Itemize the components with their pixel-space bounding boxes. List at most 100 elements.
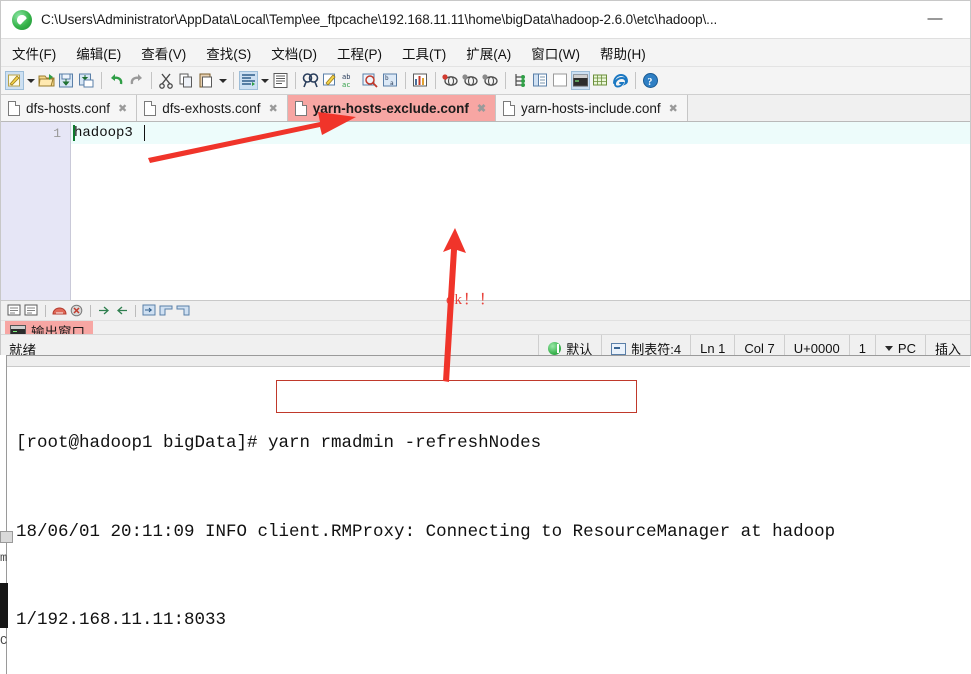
indent-icon[interactable] — [239, 71, 258, 90]
toolbar-separator — [101, 72, 102, 89]
run-icon[interactable] — [52, 304, 67, 318]
open-folder-icon[interactable] — [37, 71, 56, 90]
tab-label: dfs-exhosts.conf — [162, 100, 261, 116]
menu-item-project[interactable]: 工程(P) — [328, 40, 391, 66]
menu-item-extend[interactable]: 扩展(A) — [457, 40, 520, 66]
internet-explorer-icon[interactable] — [611, 71, 630, 90]
tab-dfs-exhosts-conf[interactable]: dfs-exhosts.conf ✖ — [137, 95, 288, 121]
panel-dock-left-icon[interactable] — [159, 304, 174, 318]
document-tab-bar: dfs-hosts.conf ✖ dfs-exhosts.conf ✖ yarn… — [1, 95, 970, 122]
toolbar-separator — [505, 72, 506, 89]
help-icon[interactable]: ? — [641, 71, 660, 90]
terminal-window[interactable]: m C [root@hadoop1 bigData]# yarn rmadmin… — [0, 355, 971, 674]
menu-bar: 文件(F) 编辑(E) 查看(V) 查找(S) 文档(D) 工程(P) 工具(T… — [1, 39, 970, 67]
undo-icon[interactable] — [107, 71, 126, 90]
menu-item-tools[interactable]: 工具(T) — [393, 40, 455, 66]
current-line-highlight — [71, 122, 970, 144]
ok-annotation-text: ok！！ — [446, 292, 496, 308]
tab-label: yarn-hosts-include.conf — [521, 100, 661, 116]
copy-icon[interactable] — [177, 71, 196, 90]
toolbar-separator — [151, 72, 152, 89]
save-as-icon[interactable] — [77, 71, 96, 90]
screenshot-root: C:\Users\Administrator\AppData\Local\Tem… — [0, 0, 971, 674]
menu-item-edit[interactable]: 编辑(E) — [67, 40, 130, 66]
caret-down-icon — [884, 346, 893, 351]
menu-item-help[interactable]: 帮助(H) — [591, 40, 655, 66]
menu-item-search[interactable]: 查找(S) — [197, 40, 260, 66]
menu-item-file[interactable]: 文件(F) — [3, 40, 65, 66]
tab-close-icon[interactable]: ✖ — [477, 102, 486, 115]
output-list-icon[interactable] — [7, 304, 22, 318]
tab-close-icon[interactable]: ✖ — [269, 102, 278, 115]
menu-item-document[interactable]: 文档(D) — [262, 40, 326, 66]
terminal-scroll-thumb[interactable] — [0, 531, 13, 543]
status-lineending-label: PC — [897, 341, 916, 356]
terminal-top-strip — [7, 356, 970, 367]
toolbar-separator — [135, 304, 136, 317]
new-file-icon[interactable] — [5, 71, 24, 90]
cut-icon[interactable] — [157, 71, 176, 90]
code-pane[interactable]: hadoop3 ok！！ — [71, 122, 970, 308]
prev-error-icon[interactable] — [114, 304, 129, 318]
document-icon — [294, 100, 307, 116]
background-window-edge — [0, 583, 8, 628]
column-icon[interactable] — [411, 71, 430, 90]
terminal-line: 1/192.168.11.11:8033 — [16, 610, 227, 630]
tab-close-icon[interactable]: ✖ — [669, 102, 678, 115]
background-window-text-2: C — [0, 634, 8, 648]
background-window-text: m — [0, 551, 8, 565]
minimize-button[interactable]: — — [922, 10, 948, 28]
window-title: C:\Users\Administrator\AppData\Local\Tem… — [41, 12, 718, 27]
browser-preview-icon[interactable] — [441, 71, 460, 90]
tab-label: dfs-hosts.conf — [26, 100, 111, 116]
redo-icon[interactable] — [127, 71, 146, 90]
browser-preview3-icon[interactable] — [481, 71, 500, 90]
toolbar-separator — [90, 304, 91, 317]
output-window-toggle-icon[interactable] — [142, 304, 157, 318]
tab-yarn-hosts-exclude-conf[interactable]: yarn-hosts-exclude.conf ✖ — [287, 95, 497, 121]
grid-icon[interactable] — [591, 71, 610, 90]
line-number-gutter: 1 — [1, 122, 71, 300]
stop-icon[interactable] — [69, 304, 84, 318]
tab-yarn-hosts-include-conf[interactable]: yarn-hosts-include.conf ✖ — [496, 95, 688, 121]
paste-icon[interactable] — [197, 71, 216, 90]
tree-icon[interactable] — [511, 71, 530, 90]
next-error-icon[interactable] — [97, 304, 112, 318]
replace-icon[interactable] — [321, 71, 340, 90]
terminal-line: [root@hadoop1 bigData]# yarn rmadmin -re… — [16, 433, 542, 453]
paste-dropdown-caret-icon[interactable] — [217, 71, 228, 90]
menu-item-view[interactable]: 查看(V) — [132, 40, 195, 66]
app-logo-icon — [12, 9, 32, 30]
tab-dfs-hosts-conf[interactable]: dfs-hosts.conf ✖ — [1, 95, 138, 121]
svg-text:?: ? — [647, 77, 652, 88]
menu-item-window[interactable]: 窗口(W) — [522, 40, 589, 66]
goto-icon[interactable] — [361, 71, 380, 90]
split-view-icon[interactable] — [531, 71, 550, 90]
toolbar-separator — [435, 72, 436, 89]
terminal-line: 18/06/01 20:11:09 INFO client.RMProxy: C… — [16, 521, 836, 542]
new-file-dropdown-caret-icon[interactable] — [25, 71, 36, 90]
svg-text:b: b — [385, 75, 389, 82]
panel-dock-right-icon[interactable] — [176, 304, 191, 318]
default-profile-icon — [548, 342, 562, 355]
browser-preview2-icon[interactable] — [461, 71, 480, 90]
svg-text:ac: ac — [342, 81, 350, 89]
tab-label: yarn-hosts-exclude.conf — [312, 100, 469, 116]
editor-text-area[interactable]: 1 hadoop3 ok！！ — [1, 122, 970, 308]
svg-text:a: a — [390, 80, 394, 87]
output-list2-icon[interactable] — [24, 304, 39, 318]
main-toolbar: ab ac ba ? — [1, 67, 970, 95]
toolbar-separator — [405, 72, 406, 89]
blank-view-icon[interactable] — [551, 71, 570, 90]
tab-close-icon[interactable]: ✖ — [118, 102, 127, 115]
sort-icon[interactable]: ba — [381, 71, 400, 90]
find-icon[interactable] — [301, 71, 320, 90]
wordwrap-icon[interactable] — [271, 71, 290, 90]
code-line-1: hadoop3 — [74, 125, 133, 141]
toolbar-separator — [45, 304, 46, 317]
find-in-files-icon[interactable]: ab ac — [341, 71, 360, 90]
save-icon[interactable] — [57, 71, 76, 90]
toolbar-separator — [295, 72, 296, 89]
output-window-icon[interactable] — [571, 71, 590, 90]
indent-dropdown-caret-icon[interactable] — [259, 71, 270, 90]
